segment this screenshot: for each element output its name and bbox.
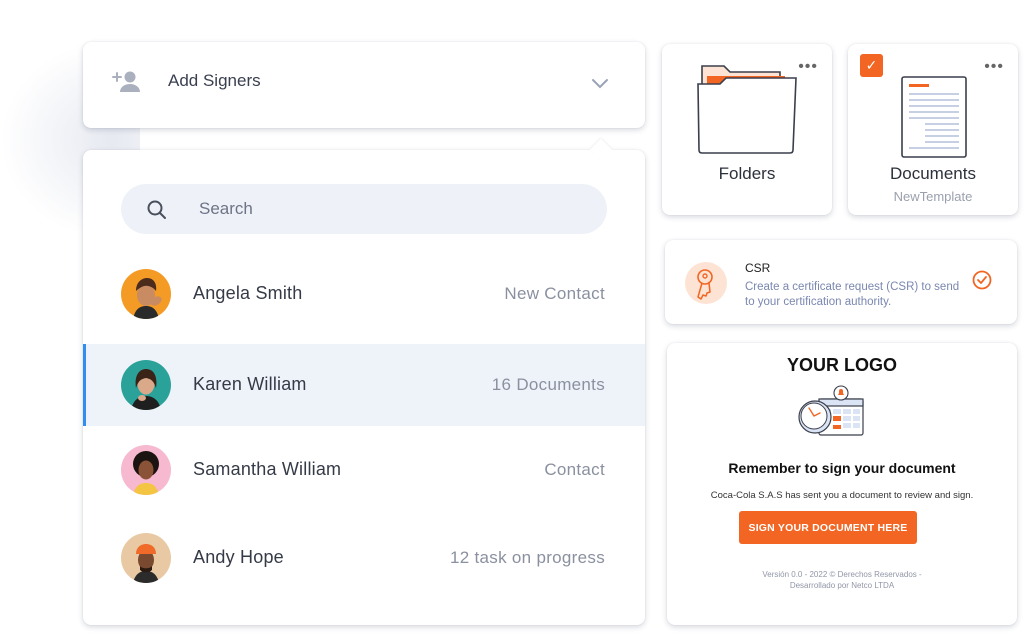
avatar (121, 533, 171, 583)
contact-name: Karen William (193, 374, 307, 394)
chevron-down-icon[interactable] (591, 77, 609, 95)
search-bar[interactable] (121, 184, 607, 234)
sign-document-button[interactable]: SIGN YOUR DOCUMENT HERE (739, 511, 917, 544)
footer-line: Versión 0.0 - 2022 © Derechos Reservados… (762, 570, 922, 579)
folder-icon (695, 62, 801, 159)
contact-row-selected[interactable]: Karen William 16 Documents (83, 344, 645, 426)
contact-row[interactable]: Samantha William Contact (83, 429, 645, 511)
add-user-icon (109, 70, 143, 99)
documents-tile[interactable]: ✓ ••• Documents NewTemplate (848, 44, 1018, 215)
document-icon (901, 76, 967, 163)
signers-list-panel: Angela Smith New Contact Karen William 1… (83, 138, 645, 625)
contact-meta: 16 Documents (491, 375, 605, 394)
key-icon (685, 262, 727, 304)
email-preview-card: YOUR LOGO Remember to sign your document… (667, 343, 1017, 625)
csr-description: Create a certificate request (CSR) to se… (745, 281, 960, 308)
contact-meta: Contact (544, 460, 605, 479)
documents-label: Documents (890, 164, 976, 183)
avatar (121, 360, 171, 410)
contact-meta: 12 task on progress (449, 548, 605, 567)
avatar (121, 269, 171, 319)
folders-tile[interactable]: ••• Folders (662, 44, 832, 215)
footer-line: Desarrollado por Netco LTDA (789, 581, 895, 590)
contact-row[interactable]: Angela Smith New Contact (83, 253, 645, 335)
more-options-icon[interactable]: ••• (984, 58, 1004, 76)
check-circle-icon[interactable] (972, 270, 992, 295)
add-signers-label: Add Signers (168, 71, 261, 90)
contact-name: Andy Hope (193, 547, 284, 567)
more-options-icon[interactable]: ••• (798, 58, 818, 76)
folders-label: Folders (718, 164, 776, 183)
contact-name: Samantha William (193, 459, 342, 479)
template-name: NewTemplate (893, 189, 973, 204)
dropdown-pointer (589, 138, 613, 162)
contact-meta: New Contact (504, 284, 605, 303)
csr-title: CSR (745, 261, 771, 275)
csr-card[interactable]: CSR Create a certificate request (CSR) t… (665, 240, 1017, 324)
avatar (121, 445, 171, 495)
contact-row[interactable]: Andy Hope 12 task on progress (83, 517, 645, 599)
email-message: Coca-Cola S.A.S has sent you a document … (710, 490, 974, 501)
checkbox-checked-icon[interactable]: ✓ (860, 54, 883, 77)
search-icon (147, 200, 167, 225)
contact-name: Angela Smith (193, 283, 303, 303)
search-input[interactable] (199, 196, 579, 222)
logo-placeholder: YOUR LOGO (786, 355, 897, 375)
calendar-clock-illustration (795, 385, 867, 454)
add-signers-dropdown[interactable]: Add Signers (83, 42, 645, 128)
email-footer: Versión 0.0 - 2022 © Derechos Reservados… (667, 569, 1017, 591)
email-heading: Remember to sign your document (728, 460, 956, 476)
